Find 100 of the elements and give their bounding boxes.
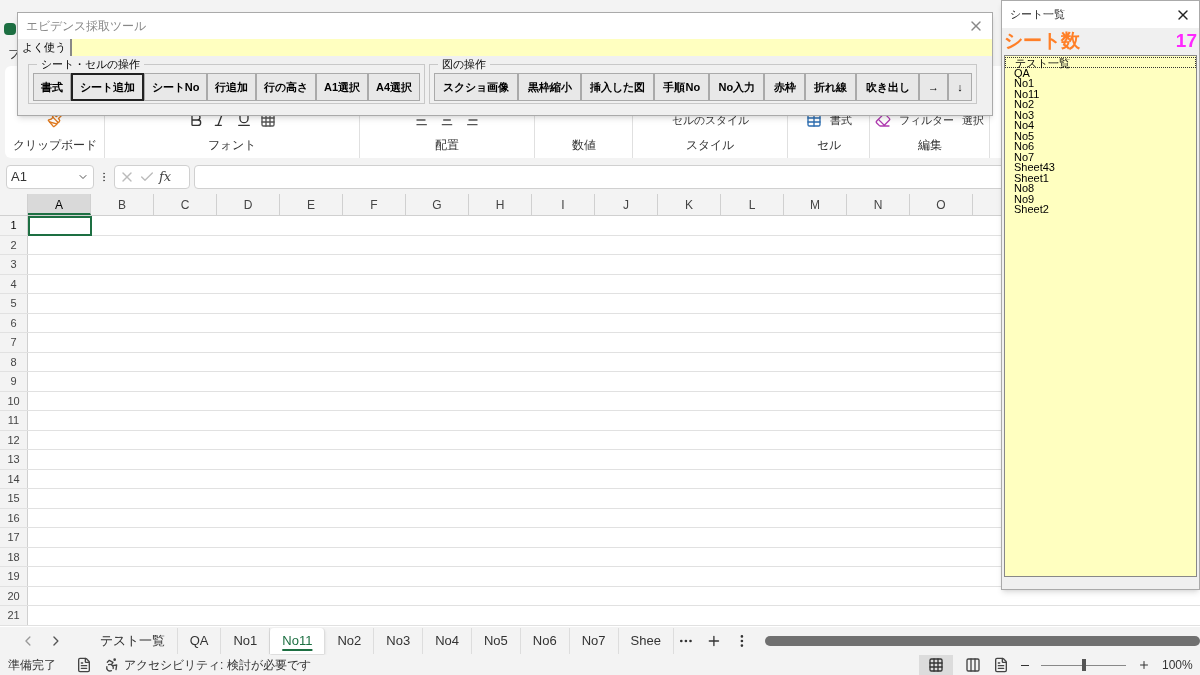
- tool-button[interactable]: A4選択: [368, 73, 421, 101]
- row-header[interactable]: 21: [0, 606, 28, 625]
- row-header[interactable]: 17: [0, 528, 28, 547]
- sheet-list-item[interactable]: No7: [1005, 151, 1196, 162]
- ribbon-group-label: フォント: [207, 137, 257, 154]
- column-header[interactable]: K: [658, 194, 721, 215]
- column-header[interactable]: A: [28, 194, 91, 215]
- tool-button[interactable]: 書式: [33, 73, 71, 101]
- tool-button[interactable]: ↓: [948, 73, 973, 101]
- tool-button[interactable]: 折れ線: [804, 73, 857, 101]
- active-cell[interactable]: [28, 216, 92, 236]
- row-header[interactable]: 19: [0, 567, 28, 586]
- sheet-list-item[interactable]: No11: [1005, 88, 1196, 99]
- sheet-tab[interactable]: No2: [325, 628, 375, 654]
- sheet-list-item[interactable]: Sheet1: [1005, 172, 1196, 183]
- horizontal-scrollbar[interactable]: [765, 636, 1200, 646]
- group-title: シート・セルの操作: [37, 57, 144, 71]
- tool-button[interactable]: No入力: [709, 73, 765, 101]
- ribbon-command[interactable]: セルのスタイル: [671, 111, 749, 128]
- column-header[interactable]: M: [784, 194, 847, 215]
- column-header[interactable]: L: [721, 194, 784, 215]
- sheet-list-item[interactable]: Sheet43: [1005, 162, 1196, 173]
- grid-icon: [928, 657, 944, 673]
- sheet-tab[interactable]: No7: [569, 628, 619, 654]
- page-layout-icon[interactable]: [965, 657, 981, 673]
- ribbon-group-label: 数値: [570, 137, 597, 154]
- window-title: シート一覧: [1010, 7, 1065, 23]
- sheet-tab[interactable]: No11: [270, 628, 326, 654]
- tool-button[interactable]: シート追加: [70, 73, 144, 101]
- column-header[interactable]: I: [532, 194, 595, 215]
- column-header[interactable]: F: [343, 194, 406, 215]
- tool-tab[interactable]: よく使う: [18, 39, 72, 56]
- tool-button[interactable]: 行の高さ: [256, 73, 317, 101]
- sheet-list-item[interactable]: No5: [1005, 130, 1196, 141]
- sheet-tab[interactable]: No6: [520, 628, 570, 654]
- sheet-list-item[interactable]: No2: [1005, 99, 1196, 110]
- sheet-count-label: シート数: [1004, 29, 1080, 54]
- accessibility-status[interactable]: アクセシビリティ: 検討が必要です: [124, 656, 311, 674]
- sheet-count: 17: [1175, 29, 1197, 54]
- ribbon-group-label: セル: [815, 137, 842, 154]
- status-text: 準備完了: [8, 657, 56, 674]
- insert-function-button[interactable]: fx: [159, 167, 172, 187]
- normal-view-button[interactable]: [919, 655, 953, 675]
- row-header[interactable]: 5: [0, 294, 28, 313]
- tool-button[interactable]: シートNo: [143, 73, 208, 101]
- column-header[interactable]: O: [910, 194, 973, 215]
- column-header[interactable]: D: [217, 194, 280, 215]
- sheet-list-item[interactable]: Sheet2: [1005, 204, 1196, 215]
- window-title: エビデンス採取ツール: [26, 18, 146, 35]
- column-header[interactable]: E: [280, 194, 343, 215]
- column-header[interactable]: N: [847, 194, 910, 215]
- ribbon-group-label: 配置: [434, 137, 460, 154]
- macro-icon[interactable]: [76, 657, 92, 673]
- app-icon: [4, 23, 16, 35]
- name-box[interactable]: A1: [6, 165, 94, 189]
- row-header[interactable]: 13: [0, 450, 28, 469]
- tool-button[interactable]: 黒枠縮小: [518, 73, 581, 101]
- sheet-list-item[interactable]: No8: [1005, 183, 1196, 194]
- row-header[interactable]: 7: [0, 333, 28, 352]
- sheet-list-item[interactable]: No9: [1005, 193, 1196, 204]
- row-header[interactable]: 3: [0, 255, 28, 274]
- sheet-tab[interactable]: Shee: [618, 628, 674, 654]
- tool-button[interactable]: →: [918, 73, 949, 101]
- zoom-reading: 100%: [1162, 657, 1192, 674]
- group-title: 図の操作: [438, 57, 490, 71]
- sheet-list-item[interactable]: テスト一覧: [1005, 57, 1196, 68]
- ribbon-group-label: クリップボード: [11, 137, 98, 154]
- ribbon-command[interactable]: フィルター: [899, 111, 954, 128]
- row-header[interactable]: 9: [0, 372, 28, 391]
- sheet-list-item[interactable]: No4: [1005, 120, 1196, 131]
- row-header[interactable]: 11: [0, 411, 28, 430]
- row-header[interactable]: 1: [0, 216, 28, 235]
- tool-button[interactable]: 吹き出し: [856, 73, 919, 101]
- zoom-in-icon[interactable]: [1138, 659, 1150, 671]
- column-header[interactable]: H: [469, 194, 532, 215]
- accessibility-icon[interactable]: [104, 657, 120, 673]
- sheet-list-item[interactable]: No6: [1005, 141, 1196, 152]
- tool-button[interactable]: A1選択: [316, 73, 369, 101]
- zoom-slider[interactable]: [1041, 659, 1126, 671]
- sheet-tab[interactable]: QA: [177, 628, 222, 654]
- sheet-tab[interactable]: テスト一覧: [87, 628, 178, 654]
- column-header[interactable]: C: [154, 194, 217, 215]
- row-header[interactable]: 15: [0, 489, 28, 508]
- sheet-list-item[interactable]: No1: [1005, 78, 1196, 89]
- sheet-list-item[interactable]: No3: [1005, 109, 1196, 120]
- tool-button[interactable]: スクショ画像: [434, 73, 519, 101]
- ribbon-group-label: スタイル: [685, 137, 735, 154]
- sheet-tab[interactable]: No3: [374, 628, 424, 654]
- column-header[interactable]: G: [406, 194, 469, 215]
- tool-button[interactable]: 挿入した図: [580, 73, 655, 101]
- tool-button[interactable]: 手順No: [654, 73, 710, 101]
- ribbon-group-label: 編集: [916, 137, 943, 154]
- page-break-icon[interactable]: [993, 657, 1009, 673]
- tool-button[interactable]: 赤枠: [764, 73, 805, 101]
- tool-button[interactable]: 行追加: [207, 73, 257, 101]
- sheet-tab[interactable]: No4: [423, 628, 472, 654]
- sheet-tab[interactable]: No5: [472, 628, 521, 654]
- column-header[interactable]: B: [91, 194, 154, 215]
- zoom-thumb[interactable]: [1081, 659, 1086, 671]
- column-header[interactable]: J: [595, 194, 658, 215]
